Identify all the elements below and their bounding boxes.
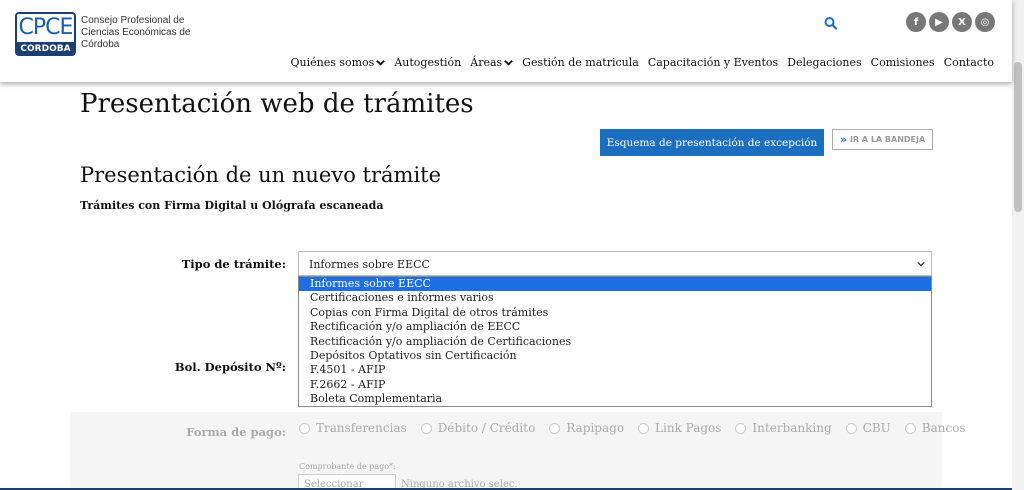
radio-rapipago[interactable]: Rapipago <box>549 421 624 435</box>
radio-circle[interactable] <box>904 422 916 434</box>
radio-bancos[interactable]: Bancos <box>904 421 966 435</box>
radio-transferencias[interactable]: Transferencias <box>299 421 407 435</box>
radio-circle[interactable] <box>420 422 432 434</box>
x-icon[interactable]: X <box>952 12 972 32</box>
scrollbar-thumb[interactable] <box>1014 62 1022 212</box>
nav-contacto[interactable]: Contacto <box>944 56 994 69</box>
radio-debito-credito[interactable]: Débito / Crédito <box>420 421 536 435</box>
youtube-icon[interactable]: ▶ <box>929 12 949 32</box>
radio-circle[interactable] <box>299 422 310 434</box>
nav-label: Capacitación y Eventos <box>647 56 779 69</box>
forma-pago-label: Forma de pago: <box>186 425 286 439</box>
nav-label: Contacto <box>943 56 994 69</box>
tipo-tramite-dropdown: Informes sobre EECC Certificaciones e in… <box>298 276 932 407</box>
site-header: CPCE CORDOBA Consejo Profesional de Cien… <box>0 0 1012 82</box>
dropdown-option[interactable]: Informes sobre EECC <box>299 277 931 292</box>
radio-label: Link Pagos <box>655 421 722 435</box>
nav-delegaciones[interactable]: Delegaciones <box>787 56 862 69</box>
section-subtitle: Trámites con Firma Digital u Ológrafa es… <box>80 199 384 212</box>
section-title: Presentación de un nuevo trámite <box>80 163 442 187</box>
nav-gestion-matricula[interactable]: Gestión de matricula <box>522 56 639 69</box>
org-name: Consejo Profesional de Ciencias Económic… <box>81 15 191 50</box>
double-chevron-right-icon: » <box>839 133 847 146</box>
nav-capacitacion[interactable]: Capacitación y Eventos <box>648 56 778 69</box>
search-icon[interactable] <box>824 16 838 32</box>
radio-circle[interactable] <box>638 422 650 434</box>
radio-label: CBU <box>862 421 891 435</box>
radio-label: Transferencias <box>316 421 407 435</box>
radio-circle[interactable] <box>735 422 747 434</box>
dropdown-option[interactable]: F.4501 - AFIP <box>299 363 931 377</box>
radio-label: Bancos <box>921 421 966 435</box>
chevron-down-icon <box>504 60 513 66</box>
radio-label: Rapipago <box>566 421 625 435</box>
chevron-down-icon <box>376 60 386 66</box>
nav-label: Quiénes somos <box>290 56 375 69</box>
nav-label: Áreas <box>470 56 503 69</box>
dropdown-option[interactable]: Boleta Complementaria <box>299 392 931 406</box>
cpce-logo[interactable]: CPCE CORDOBA <box>15 12 76 56</box>
dropdown-option[interactable]: Depósitos Optativos sin Certificación <box>299 349 931 363</box>
radio-label: Interbanking <box>752 421 832 435</box>
bandeja-label: IR A LA BANDEJA <box>849 135 926 144</box>
nav-autogestion[interactable]: Autogestión <box>394 56 461 69</box>
chevron-down-icon <box>917 261 925 267</box>
payment-options: Transferencias Débito / Crédito Rapipago… <box>299 421 966 435</box>
nav-label: Comisiones <box>870 56 935 69</box>
radio-interbanking[interactable]: Interbanking <box>735 421 832 435</box>
nav-label: Gestión de matricula <box>522 56 639 69</box>
dropdown-option[interactable]: F.2662 - AFIP <box>299 378 931 392</box>
main-nav: Quiénes somos Autogestión Áreas Gestión … <box>290 56 994 69</box>
tipo-tramite-label: Tipo de trámite: <box>181 257 286 271</box>
page-scrollbar[interactable] <box>1012 0 1024 490</box>
radio-cbu[interactable]: CBU <box>845 421 891 435</box>
ir-a-bandeja-button[interactable]: » IR A LA BANDEJA <box>832 129 933 150</box>
dropdown-option[interactable]: Certificaciones e informes varios <box>299 291 931 305</box>
esquema-excepcion-button[interactable]: Esquema de presentación de excepción <box>600 129 824 156</box>
nav-areas[interactable]: Áreas <box>470 56 513 69</box>
nav-comisiones[interactable]: Comisiones <box>871 56 935 69</box>
nav-label: Delegaciones <box>787 56 862 69</box>
logo-text-top: CPCE <box>18 15 74 40</box>
select-value: Informes sobre EECC <box>309 258 430 271</box>
page-title: Presentación web de trámites <box>80 89 474 119</box>
nav-quienes-somos[interactable]: Quiénes somos <box>290 56 386 69</box>
nav-label: Autogestión <box>394 56 462 69</box>
radio-label: Débito / Crédito <box>437 421 536 435</box>
instagram-icon[interactable]: ◎ <box>975 12 995 32</box>
social-links: f ▶ X ◎ <box>906 12 995 32</box>
tipo-tramite-select[interactable]: Informes sobre EECC <box>298 251 932 276</box>
radio-link-pagos[interactable]: Link Pagos <box>638 421 721 435</box>
logo-text-bottom: CORDOBA <box>17 42 74 54</box>
comprobante-label: Comprobante de pago*: <box>299 462 396 471</box>
radio-circle[interactable] <box>549 422 561 434</box>
facebook-icon[interactable]: f <box>906 12 926 32</box>
dropdown-option[interactable]: Rectificación y/o ampliación de EECC <box>299 320 931 334</box>
dropdown-option[interactable]: Copias con Firma Digital de otros trámit… <box>299 306 931 320</box>
bol-deposito-label: Bol. Depósito Nº: <box>174 360 286 374</box>
dropdown-option[interactable]: Rectificación y/o ampliación de Certific… <box>299 335 931 349</box>
radio-circle[interactable] <box>845 422 857 434</box>
